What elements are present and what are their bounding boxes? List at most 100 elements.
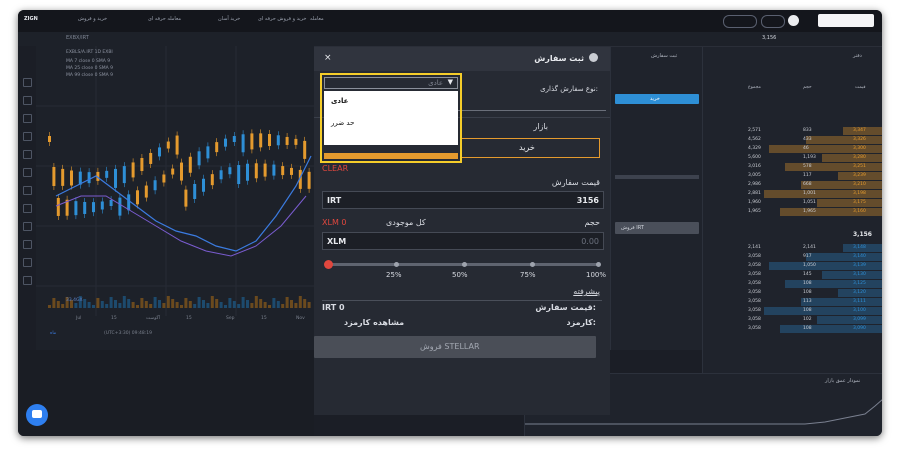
trendline-icon[interactable] [23, 96, 32, 105]
nav-item-3[interactable]: خرید آسان [218, 16, 240, 22]
price-label: قیمت سفارش [551, 178, 600, 187]
order-book-row[interactable]: 3,120 108 3,058 [703, 289, 882, 297]
order-book-volume: 102 [803, 317, 812, 322]
language-toggle[interactable] [761, 15, 785, 28]
volume-input[interactable]: XLM 0.00 [322, 232, 604, 250]
user-account-button[interactable] [818, 14, 874, 27]
order-book-row[interactable]: 3,125 108 3,058 [703, 280, 882, 288]
order-book-volume: 833 [803, 128, 812, 133]
magnet-icon[interactable] [23, 222, 32, 231]
order-book-title: دفتر [853, 53, 862, 59]
trash-icon[interactable] [23, 276, 32, 285]
order-panel-sell-button[interactable]: فروش IRT [615, 222, 699, 234]
volume-bar [219, 302, 223, 308]
x-tick: 15 [261, 316, 267, 321]
order-panel-slider[interactable] [615, 175, 699, 179]
dropdown-menu: عادی حد ضرر [324, 91, 458, 145]
slider-mark-50[interactable]: 50% [452, 271, 468, 279]
indicator-2: MA 25 close 0 SMA 9 [66, 66, 113, 71]
order-book-row[interactable]: 3,198 1,001 2,881 [703, 190, 882, 198]
volume-bar [215, 299, 219, 308]
text-icon[interactable] [23, 150, 32, 159]
order-book-volume: 1,965 [803, 209, 816, 214]
sell-stellar-button[interactable]: فروش STELLAR [314, 336, 596, 358]
volume-bar [246, 300, 249, 308]
chart-range-label[interactable]: ماه [50, 331, 56, 336]
slider-tick[interactable] [462, 262, 467, 267]
price-chart[interactable]: EXBLS/A.IRT 1D EXBI MA 7 close 0 SMA 9 M… [36, 46, 314, 350]
nav-item-5[interactable]: معامله [310, 16, 324, 22]
order-book-row[interactable]: 3,090 108 3,058 [703, 325, 882, 333]
order-book-row[interactable]: 3,251 578 3,016 [703, 163, 882, 171]
app-window: ZIGN خرید و فروش معامله حرفه ای خرید آسا… [18, 10, 882, 436]
order-book-row[interactable]: 3,140 917 3,058 [703, 253, 882, 261]
measure-icon[interactable] [23, 186, 32, 195]
dropdown-option-stop-loss[interactable]: حد ضرر [331, 119, 354, 127]
order-book-total: 3,058 [748, 272, 761, 277]
nav-item-1[interactable]: خرید و فروش [78, 16, 107, 22]
chevron-down-icon: ▼ [447, 78, 453, 86]
lock-icon[interactable] [23, 240, 32, 249]
order-book-row[interactable]: 3,280 1,193 5,600 [703, 154, 882, 162]
order-book-volume: 108 [803, 326, 812, 331]
slider-tick[interactable] [530, 262, 535, 267]
fib-icon[interactable] [23, 114, 32, 123]
order-book-volume: 117 [803, 173, 812, 178]
order-book-row[interactable]: 3,139 1,050 3,058 [703, 262, 882, 270]
order-book-row[interactable]: 3,130 145 3,058 [703, 271, 882, 279]
slider-mark-25[interactable]: 25% [386, 271, 402, 279]
volume-bar [294, 303, 298, 308]
buy-tab[interactable]: خرید [460, 138, 600, 158]
order-book-row[interactable]: 3,347 833 2,571 [703, 127, 882, 135]
order-book-total: 3,005 [748, 173, 761, 178]
volume-bar [131, 302, 135, 308]
order-book-row[interactable]: 3,111 113 3,058 [703, 298, 882, 306]
fee-link[interactable]: مشاهده کارمزد [344, 318, 404, 327]
volume-bar [48, 305, 51, 308]
tab-market[interactable]: بازار [533, 122, 548, 131]
nav-item-4[interactable]: خرید و فروش حرفه ای [258, 16, 307, 22]
order-book-volume: 578 [803, 164, 812, 169]
volume-bar [307, 302, 311, 308]
order-book-row[interactable]: 3,160 1,965 1,965 [703, 208, 882, 216]
brush-icon[interactable] [23, 132, 32, 141]
order-type-select[interactable]: عادی ▼ [324, 77, 458, 89]
order-book-volume: 108 [803, 308, 812, 313]
volume-bar [224, 305, 227, 308]
chart-timestamp: (UTC+3:30) 09:48:19 [104, 331, 152, 336]
slider-tick[interactable] [394, 262, 399, 267]
clear-button[interactable]: CLEAR [322, 164, 348, 173]
order-book-row[interactable]: 3,300 46 4,329 [703, 145, 882, 153]
slider-mark-100[interactable]: 100% [586, 271, 606, 279]
slider-mark-75[interactable]: 75% [520, 271, 536, 279]
depth-bar [806, 253, 882, 261]
close-icon[interactable]: × [324, 53, 332, 63]
order-book-price: 3,210 [853, 182, 866, 187]
price-input[interactable]: IRT 3156 [322, 191, 604, 209]
dropdown-option-normal[interactable]: عادی [331, 97, 348, 105]
order-panel-buy-button[interactable]: خرید [615, 94, 699, 104]
crosshair-icon[interactable] [23, 78, 32, 87]
nav-item-2[interactable]: معامله حرفه ای [148, 16, 181, 22]
support-chat-button[interactable] [26, 404, 48, 426]
advanced-link[interactable]: پیشرفته [573, 287, 600, 296]
volume-bar [263, 302, 267, 308]
order-book-price: 3,148 [853, 245, 866, 250]
zoom-icon[interactable] [23, 204, 32, 213]
order-book-row[interactable]: 3,099 102 3,058 [703, 316, 882, 324]
pattern-icon[interactable] [23, 168, 32, 177]
order-book-row[interactable]: 3,100 108 3,058 [703, 307, 882, 315]
x-tick: 15 [186, 316, 192, 321]
eye-icon[interactable] [23, 258, 32, 267]
order-book-row[interactable]: 3,239 117 3,005 [703, 172, 882, 180]
slider-handle[interactable] [324, 260, 333, 269]
order-book-row[interactable]: 3,326 433 4,562 [703, 136, 882, 144]
order-book-row[interactable]: 3,210 668 2,986 [703, 181, 882, 189]
notification-icon[interactable] [788, 15, 799, 26]
order-book-row[interactable]: 3,175 1,051 1,960 [703, 199, 882, 207]
order-book-row[interactable]: 3,148 2,141 2,141 [703, 244, 882, 252]
volume-bar [153, 297, 157, 308]
theme-toggle[interactable] [723, 15, 757, 28]
logo[interactable]: ZIGN [24, 16, 38, 22]
slider-tick[interactable] [596, 262, 601, 267]
